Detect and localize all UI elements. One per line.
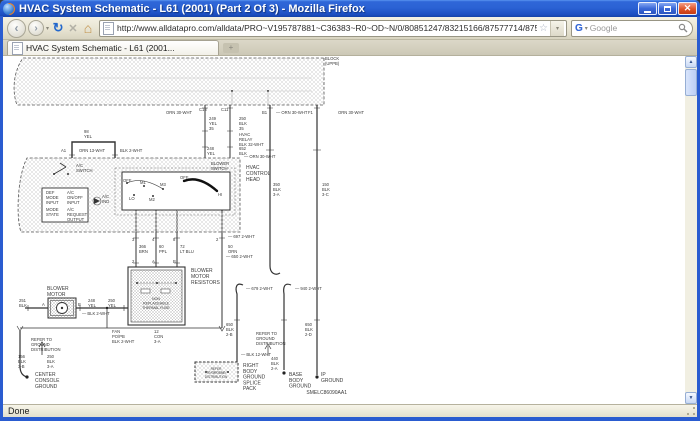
tab-page-icon bbox=[12, 42, 23, 55]
tab-label: HVAC System Schematic - L61 (2001... bbox=[26, 43, 214, 53]
site-page-icon bbox=[103, 22, 114, 35]
status-text: Done bbox=[8, 406, 30, 416]
bookmark-star-icon[interactable]: ☆ bbox=[539, 23, 548, 34]
search-input[interactable] bbox=[590, 23, 676, 33]
scroll-up-button[interactable]: ▲ bbox=[685, 56, 697, 68]
reload-button[interactable]: ↻ bbox=[51, 20, 65, 36]
page-content bbox=[3, 56, 697, 404]
back-icon: ‹ bbox=[15, 21, 19, 35]
search-icon[interactable] bbox=[678, 23, 688, 33]
close-button[interactable]: ✕ bbox=[678, 2, 697, 15]
forward-icon: › bbox=[34, 23, 37, 34]
search-engine-dropdown[interactable]: ▾ bbox=[585, 25, 588, 32]
navigation-toolbar: ‹ › ▾ ↻ ✕ ⌂ http://www.alldatapro.com/al… bbox=[3, 17, 697, 40]
minimize-button[interactable] bbox=[638, 2, 657, 15]
back-button[interactable]: ‹ bbox=[7, 19, 26, 38]
maximize-icon bbox=[664, 6, 671, 12]
search-box[interactable]: G ▾ bbox=[571, 20, 693, 37]
stop-button[interactable]: ✕ bbox=[67, 22, 79, 35]
urlbar-dropdown-button[interactable]: ▾ bbox=[550, 21, 564, 36]
tab-hvac-schematic[interactable]: HVAC System Schematic - L61 (2001... bbox=[7, 40, 219, 55]
firefox-icon bbox=[3, 3, 15, 15]
address-bar[interactable]: http://www.alldatapro.com/alldata/PRO~V1… bbox=[99, 20, 567, 37]
window-border-bottom bbox=[0, 417, 700, 421]
google-logo-icon: G bbox=[575, 23, 583, 34]
history-dropdown[interactable]: ▾ bbox=[46, 25, 49, 32]
vertical-scrollbar[interactable]: ▲ ▼ bbox=[685, 56, 697, 404]
maximize-button[interactable] bbox=[658, 2, 677, 15]
url-text[interactable]: http://www.alldatapro.com/alldata/PRO~V1… bbox=[117, 23, 537, 33]
minimize-icon bbox=[644, 11, 651, 13]
scrollbar-thumb[interactable] bbox=[685, 69, 697, 96]
forward-button[interactable]: › bbox=[28, 20, 44, 36]
window-border-left bbox=[0, 16, 3, 421]
close-icon: ✕ bbox=[684, 3, 692, 14]
window-title: HVAC System Schematic - L61 (2001) (Part… bbox=[19, 3, 637, 15]
resize-grip[interactable] bbox=[686, 406, 697, 417]
status-bar: Done bbox=[3, 404, 697, 417]
new-tab-button[interactable]: + bbox=[223, 43, 239, 53]
tab-strip: HVAC System Schematic - L61 (2001... + bbox=[3, 40, 697, 56]
home-button[interactable]: ⌂ bbox=[81, 20, 95, 36]
window-titlebar[interactable]: HVAC System Schematic - L61 (2001) (Part… bbox=[0, 0, 700, 17]
scroll-down-button[interactable]: ▼ bbox=[685, 392, 697, 404]
chevron-down-icon: ▾ bbox=[556, 25, 559, 32]
